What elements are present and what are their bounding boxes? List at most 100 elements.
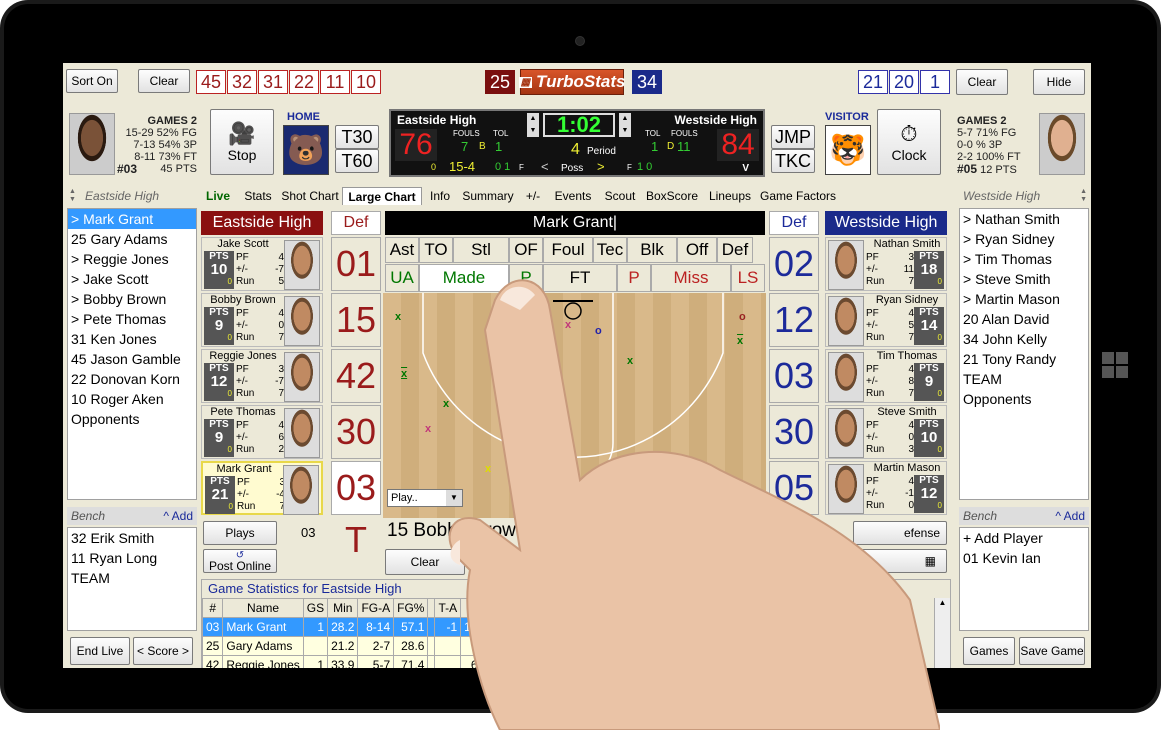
roster-item[interactable]: 01 Kevin Ian [960,548,1088,568]
t30-button[interactable]: T30 [335,125,379,149]
shot-chart-court[interactable]: x x x x x x x o x o x o Play.. ▼ [383,293,766,518]
home-team-t[interactable]: T [331,513,381,567]
tab-lineups[interactable]: Lineups [702,187,758,205]
sort-on-button[interactable]: Sort On [66,69,118,93]
player-card[interactable]: PF 4 +/- 8 Run 7 Tim Thomas PTS 9 0 [825,349,947,403]
roster-item[interactable]: 22 Donovan Korn [68,369,196,389]
tab-boxscore[interactable]: BoxScore [642,187,702,205]
player-card[interactable]: PF 3 +/- 11 Run 7 Nathan Smith PTS 18 0 [825,237,947,291]
windows-logo-icon[interactable] [1102,352,1130,380]
tab--[interactable]: +/- [518,187,548,205]
action-miss-button[interactable]: Miss [651,264,731,292]
clear-play-button[interactable]: Clear [385,549,465,575]
games-button[interactable]: Games [963,637,1015,665]
clear-right-button[interactable]: Clear [956,69,1008,95]
roster-item[interactable]: 45 Jason Gamble [68,349,196,369]
stats-scrollbar[interactable]: ▲ [934,598,950,668]
action-ua-button[interactable]: UA [385,264,419,292]
roster-item[interactable]: > Pete Thomas [68,309,196,329]
roster-item[interactable]: 31 Ken Jones [68,329,196,349]
roster-item[interactable]: 10 Roger Aken [68,389,196,409]
tab-shot-chart[interactable]: Shot Chart [278,187,342,205]
stats-header-cell[interactable]: T-A [434,598,462,618]
roster-item[interactable]: TEAM [68,568,196,588]
roster-item[interactable]: > Jake Scott [68,269,196,289]
roster-item[interactable]: > Bobby Brown [68,289,196,309]
action-p-button[interactable]: P [617,264,651,292]
visitor-player-number-button[interactable]: 05 [769,461,819,515]
play-select[interactable]: Play.. ▼ [387,489,463,507]
visitor-roster-scroll[interactable]: ▲ ▼ [1080,188,1087,204]
visitor-player-number-button[interactable]: 30 [769,405,819,459]
table-row[interactable]: 25 Gary Adams 21.2 2-7 28.6 [201,636,489,656]
scroll-up-icon[interactable]: ▲ [935,598,950,607]
poss-right-arrow[interactable]: > [597,159,605,174]
player-card[interactable]: PF 4 +/- -1 Run 0 Martin Mason PTS 12 0 [825,461,947,515]
action-tec-button[interactable]: Tec [593,237,627,263]
tab-live[interactable]: Live [198,187,238,205]
roster-item[interactable]: 34 John Kelly [960,329,1088,349]
action-ast-button[interactable]: Ast [385,237,419,263]
stats-header-cell[interactable]: GS [302,598,329,618]
action-blk-button[interactable]: Blk [627,237,677,263]
visitor-player-number-button[interactable]: 03 [769,349,819,403]
post-online-button[interactable]: ↺ Post Online [203,549,277,573]
roster-item[interactable]: > Martin Mason [960,289,1088,309]
action-to-button[interactable]: TO [419,237,453,263]
home-player-number-button[interactable]: 15 [331,293,381,347]
tab-game-factors[interactable]: Game Factors [758,187,838,205]
action-ft-button[interactable]: FT [543,264,617,292]
table-row[interactable]: 03 Mark Grant 1 28.2 8-14 57.1 -1 100 [201,617,489,637]
stats-header-cell[interactable]: Name [222,598,304,618]
roster-item[interactable]: > Reggie Jones [68,249,196,269]
roster-item[interactable]: 20 Alan David [960,309,1088,329]
hide-button[interactable]: Hide [1033,69,1085,95]
end-live-button[interactable]: End Live [70,637,130,665]
score-button[interactable]: < Score > [133,637,193,665]
roster-item[interactable]: > Ryan Sidney [960,229,1088,249]
tab-large-chart[interactable]: Large Chart [342,187,422,205]
visitor-player-number-button[interactable]: 12 [769,293,819,347]
action-stl-button[interactable]: Stl [453,237,509,263]
roster-item[interactable]: 11 Ryan Long [68,548,196,568]
player-card[interactable]: PF3+/--4Run7 Mark GrantPTS210 [201,461,323,515]
stop-button[interactable]: 🎥 Stop [210,109,274,175]
stats-header-cell[interactable]: # [201,598,224,618]
clock-adjust-left[interactable]: ▲ ▼ [527,113,539,137]
home-player-number-button[interactable]: 01 [331,237,381,291]
save-game-button[interactable]: Save Game [1019,637,1085,665]
roster-item[interactable]: > Steve Smith [960,269,1088,289]
clock-adjust-right[interactable]: ▲ ▼ [619,113,631,137]
action-of-button[interactable]: OF [509,237,543,263]
player-card[interactable]: PF 4 +/- 6 Run 2 Pete Thomas PTS 9 0 [201,405,323,459]
sub-button[interactable]: Su [543,549,623,575]
visitor-player-number-button[interactable]: 02 [769,237,819,291]
tab-summary[interactable]: Summary [458,187,518,205]
t60-button[interactable]: T60 [335,149,379,173]
poss-left-arrow[interactable]: < [541,159,549,174]
roster-item[interactable]: 32 Erik Smith [68,528,196,548]
roster-item[interactable]: > Tim Thomas [960,249,1088,269]
action-off-button[interactable]: Off [677,237,717,263]
player-card[interactable]: PF 4 +/- 0 Run 3 Steve Smith PTS 10 0 [825,405,947,459]
roster-item[interactable]: 25 Gary Adams [68,229,196,249]
game-clock[interactable]: 1:02 [543,113,615,137]
roster-item[interactable]: 21 Tony Randy [960,349,1088,369]
action-p-button[interactable]: P [509,264,543,292]
action-def-button[interactable]: Def [717,237,753,263]
grid-button[interactable]: ▦ [853,549,947,573]
home-roster-scroll[interactable]: ▲ ▼ [69,188,76,204]
roster-item[interactable]: + Add Player [960,528,1088,548]
home-player-number-button[interactable]: 03 [331,461,381,515]
tab-events[interactable]: Events [548,187,598,205]
jmp-button[interactable]: JMP [771,125,815,149]
stats-header-cell[interactable]: F [460,598,489,618]
stats-header-cell[interactable]: Min [327,598,359,618]
home-player-number-button[interactable]: 42 [331,349,381,403]
home-player-number-button[interactable]: 30 [331,405,381,459]
player-card[interactable]: PF 4 +/- 5 Run 7 Ryan Sidney PTS 14 0 [825,293,947,347]
stats-header-cell[interactable] [427,598,436,618]
roster-item[interactable]: > Mark Grant [68,209,196,229]
player-card[interactable]: PF 4 +/- 0 Run 7 Bobby Brown PTS 9 0 [201,293,323,347]
table-row[interactable]: 42 Reggie Jones 1 33.9 5-7 71.4 66 [201,655,489,668]
